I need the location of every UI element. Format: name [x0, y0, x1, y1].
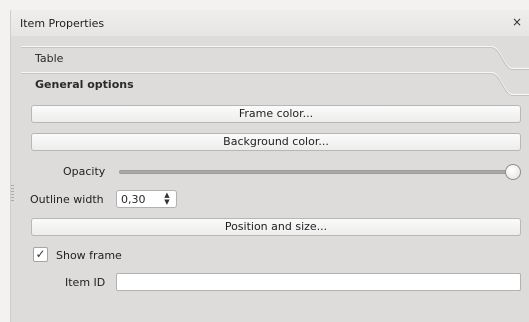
item-id-input[interactable]	[116, 273, 521, 291]
resize-grip[interactable]	[11, 185, 14, 201]
outline-width-label: Outline width	[30, 193, 104, 206]
section-general-options[interactable]: General options	[21, 72, 529, 98]
checkmark-icon: ✓	[35, 247, 46, 261]
opacity-slider-handle[interactable]	[505, 164, 521, 180]
item-id-label: Item ID	[65, 276, 106, 289]
opacity-label: Opacity	[63, 165, 106, 178]
item-properties-panel: Item Properties × Table General options …	[10, 10, 529, 322]
opacity-slider-track[interactable]	[119, 170, 513, 174]
section-table-label: Table	[35, 52, 64, 65]
section-table[interactable]: Table	[21, 46, 529, 72]
background-color-button[interactable]: Background color...	[31, 133, 521, 151]
panel-title: Item Properties	[20, 17, 105, 30]
outline-width-spinbox[interactable]: 0,30 ▲ ▼	[116, 190, 177, 208]
titlebar: Item Properties ×	[11, 10, 529, 36]
spin-arrows-icon[interactable]: ▲ ▼	[162, 192, 172, 206]
show-frame-checkbox[interactable]: ✓	[33, 247, 48, 262]
frame-color-button[interactable]: Frame color...	[31, 105, 521, 123]
show-frame-label: Show frame	[56, 249, 122, 262]
section-general-label: General options	[35, 78, 134, 91]
close-icon[interactable]: ×	[511, 15, 523, 29]
position-and-size-button[interactable]: Position and size...	[31, 218, 521, 236]
outline-width-value: 0,30	[121, 193, 146, 206]
section-table-tab-shape	[21, 46, 529, 70]
